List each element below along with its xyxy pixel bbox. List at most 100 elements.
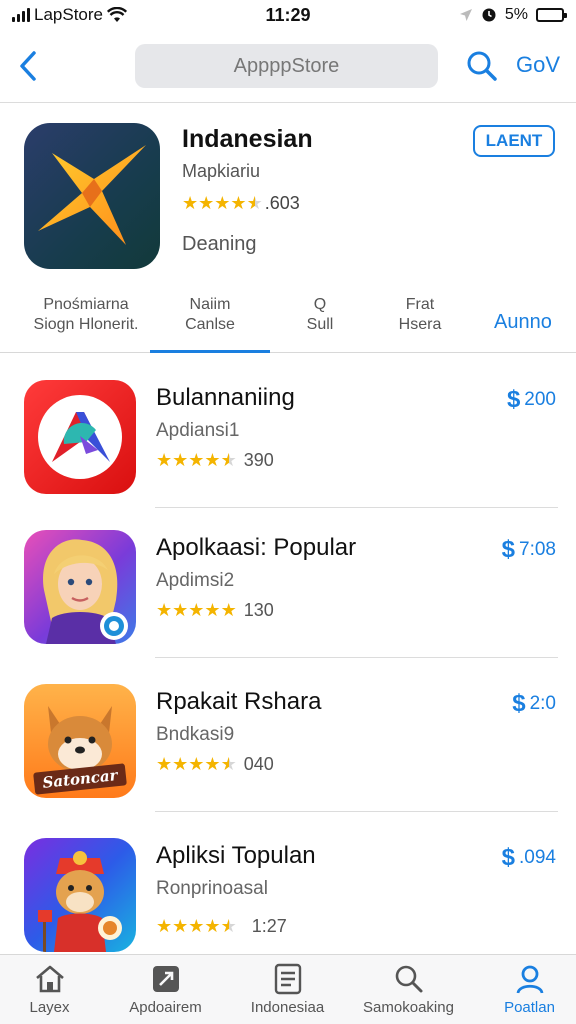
star-filled-icon: ★ bbox=[172, 600, 189, 620]
app-rating: ★★★★★ 1:27 bbox=[156, 916, 287, 937]
price-label: .094 bbox=[519, 847, 556, 868]
star-filled-icon: ★ bbox=[188, 754, 205, 774]
star-filled-icon: ★ bbox=[204, 916, 221, 936]
battery-percent: 5% bbox=[504, 6, 528, 23]
star-filled-icon: ★ bbox=[188, 916, 205, 936]
tab-bar: Layex Apdoairem Indonesiaa Samokoaking P… bbox=[0, 954, 576, 1024]
star-filled-icon: ★ bbox=[172, 916, 189, 936]
app-title: Apliksi Topulan bbox=[156, 842, 316, 869]
star-rating: ★★★★★ bbox=[156, 916, 237, 937]
star-filled-icon: ★ bbox=[230, 193, 247, 213]
star-filled-icon: ★ bbox=[214, 193, 231, 213]
star-rating: ★★★★★ bbox=[182, 193, 263, 214]
tab-bar-label: Poatlan bbox=[504, 999, 555, 1016]
tab-item-4[interactable]: Frat Hsera bbox=[392, 295, 448, 335]
back-button[interactable] bbox=[4, 42, 52, 90]
star-half-icon: ★ bbox=[220, 916, 237, 936]
get-button[interactable]: LAENT bbox=[473, 125, 555, 157]
star-filled-icon: ★ bbox=[204, 450, 221, 470]
tab-line1: Q bbox=[313, 296, 327, 313]
star-filled-icon: ★ bbox=[156, 600, 173, 620]
tab-item-1[interactable]: Pnośmiarna Siogn Hlonerit. bbox=[26, 295, 146, 335]
apps-icon bbox=[108, 963, 223, 995]
tab-bar-label: Indonesiaa bbox=[250, 999, 325, 1016]
rating-count: 040 bbox=[243, 754, 274, 774]
nav-bar: AppppStore GoV bbox=[0, 36, 576, 96]
tab-bar-label: Apdoairem bbox=[129, 999, 202, 1016]
house-icon bbox=[0, 963, 107, 995]
star-half-icon: ★ bbox=[246, 193, 263, 213]
status-left: LapStore bbox=[12, 5, 212, 25]
category-tabs: Pnośmiarna Siogn Hlonerit. Naiim Canlse … bbox=[0, 283, 576, 353]
featured-app-status: Deaning bbox=[182, 233, 257, 255]
star-filled-icon: ★ bbox=[204, 754, 221, 774]
tab-line2: Hsera bbox=[398, 316, 442, 333]
star-half-icon: ★ bbox=[220, 450, 237, 470]
featured-app-title: Indanesian bbox=[182, 125, 313, 153]
tab-item-2[interactable]: Naiim Canlse bbox=[150, 295, 270, 353]
app-subtitle: Bndkasi9 bbox=[156, 724, 235, 745]
dollar-icon: $ bbox=[501, 844, 516, 871]
featured-app-rating: ★★★★★ .603 bbox=[182, 193, 300, 214]
star-rating: ★★★★★ bbox=[156, 600, 237, 621]
status-bar: LapStore 11:29 5% bbox=[0, 0, 576, 30]
tab-see-all-link[interactable]: Aunno bbox=[494, 311, 552, 334]
app-icon[interactable] bbox=[24, 838, 136, 952]
dog-mascot-icon bbox=[38, 851, 122, 952]
status-right: 5% bbox=[459, 6, 567, 24]
tab-line1: Frat bbox=[405, 296, 435, 313]
price-label: 7:08 bbox=[519, 539, 556, 560]
app-rating: ★★★★★ 040 bbox=[156, 754, 274, 775]
star-filled-icon: ★ bbox=[172, 450, 189, 470]
dollar-icon: $ bbox=[512, 690, 526, 717]
star-rating: ★★★★★ bbox=[156, 450, 237, 471]
tab-bar-item-home[interactable]: Layex bbox=[0, 963, 107, 1016]
featured-app[interactable]: Indanesian Mapkiariu ★★★★★ .603 Deaning … bbox=[0, 103, 576, 283]
tab-line2: Siogn Hlonerit. bbox=[33, 316, 139, 333]
star-half-icon: ★ bbox=[220, 754, 237, 774]
price-button[interactable]: $ .094 bbox=[502, 844, 556, 872]
app-icon[interactable]: Satoncar bbox=[24, 684, 136, 798]
search-input[interactable]: AppppStore bbox=[135, 44, 438, 88]
app-title: Bulannaniing bbox=[156, 384, 295, 411]
tab-item-3[interactable]: Q Sull bbox=[295, 295, 345, 335]
list-item[interactable]: Apliksi Topulan Ronprinoasal ★★★★★ 1:27 … bbox=[0, 816, 576, 966]
star-rating: ★★★★★ bbox=[156, 754, 237, 775]
star-filled-icon: ★ bbox=[188, 600, 205, 620]
star-filled-icon: ★ bbox=[156, 450, 173, 470]
price-button[interactable]: $ 7:08 bbox=[502, 536, 556, 564]
divider bbox=[155, 811, 558, 812]
app-rating: ★★★★★ 390 bbox=[156, 450, 274, 471]
rating-count: 130 bbox=[243, 600, 274, 620]
app-subtitle: Apdimsi2 bbox=[156, 570, 235, 591]
featured-app-icon[interactable] bbox=[24, 123, 160, 269]
chevron-left-icon bbox=[20, 51, 36, 81]
tab-bar-label: Layex bbox=[29, 999, 70, 1016]
tab-line1: Pnośmiarna bbox=[43, 296, 129, 313]
list-item[interactable]: Apolkaasi: Popular Apdimsi2 ★★★★★ 130 $ … bbox=[0, 508, 576, 658]
tab-bar-item-apps[interactable]: Apdoairem bbox=[108, 963, 223, 1016]
search-icon bbox=[467, 51, 497, 81]
list-item[interactable]: Satoncar Rpakait Rshara Bndkasi9 ★★★★★ 0… bbox=[0, 662, 576, 812]
tab-bar-item-search[interactable]: Samokoaking bbox=[351, 963, 466, 1016]
app-rating: ★★★★★ 130 bbox=[156, 600, 274, 621]
wifi-icon bbox=[107, 7, 127, 22]
tab-bar-item-profile[interactable]: Poatlan bbox=[472, 963, 576, 1016]
tab-line2: Sull bbox=[306, 316, 334, 333]
list-item[interactable]: Bulannaniing Apdiansi1 ★★★★★ 390 $ 200 bbox=[0, 358, 576, 508]
search-button[interactable] bbox=[462, 46, 502, 86]
star-filled-icon: ★ bbox=[188, 450, 205, 470]
price-label: 2:0 bbox=[529, 693, 556, 714]
price-button[interactable]: $ 200 bbox=[507, 386, 556, 414]
signal-icon bbox=[12, 8, 30, 22]
rating-text: .603 bbox=[264, 193, 300, 213]
app-icon[interactable] bbox=[24, 380, 136, 494]
app-icon[interactable] bbox=[24, 530, 136, 644]
price-button[interactable]: $ 2:0 bbox=[512, 690, 556, 718]
tab-bar-item-documents[interactable]: Indonesiaa bbox=[230, 963, 345, 1016]
featured-app-subtitle: Mapkiariu bbox=[182, 161, 261, 181]
search-input-text: AppppStore bbox=[233, 54, 340, 77]
carrier-label: LapStore bbox=[34, 5, 103, 24]
star-filled-icon: ★ bbox=[220, 600, 237, 620]
nav-action-button[interactable]: GoV bbox=[516, 52, 560, 78]
